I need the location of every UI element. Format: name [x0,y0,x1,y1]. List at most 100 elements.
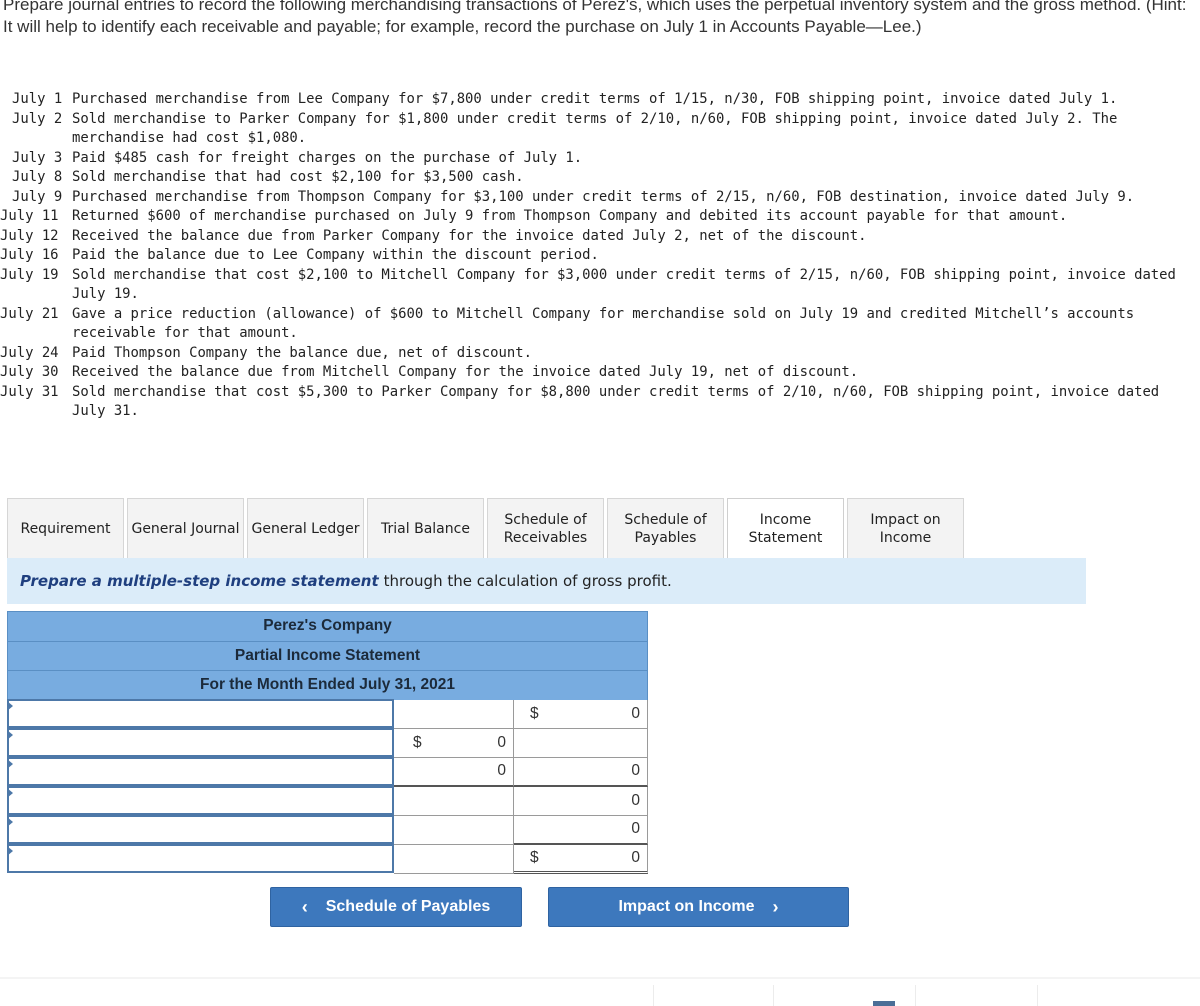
amount-cell[interactable]: 0 [514,815,648,845]
tab-general-journal[interactable]: General Journal [127,498,244,558]
account-select[interactable] [7,843,394,873]
footer-divider [0,977,1200,979]
dropdown-marker-icon [7,700,13,711]
statement-row: 0 [7,814,648,845]
account-select[interactable] [7,814,394,844]
transaction-date: July 24 [0,344,59,361]
statement-row: $0 [7,698,648,729]
statement-company: Perez's Company [7,611,648,641]
transaction-text: Returned $600 of merchandise purchased o… [72,208,1068,224]
amount-value: 0 [497,733,506,751]
transaction-text: Sold merchandise that cost $5,300 to Par… [72,383,1160,420]
prev-schedule-of-payables-button[interactable]: ‹ Schedule of Payables [270,887,522,927]
instruction-emphasis: Prepare a multiple-step income statement [20,572,379,590]
footer-separator [915,985,916,1006]
amount-cell[interactable] [514,728,648,758]
transaction-item: July 3 Paid $485 cash for freight charges… [0,149,1200,169]
transaction-item: July 1 Purchased merchandise from Lee Com… [0,90,1200,110]
account-select[interactable] [7,698,394,728]
transaction-date: July 21 [0,305,59,322]
transaction-item: July 16 Paid the balance due to Lee Compa… [0,246,1200,266]
dollar-sign: $ [530,704,539,722]
tab-trial-balance[interactable]: Trial Balance [367,498,484,558]
dropdown-marker-icon [7,729,13,740]
chevron-right-icon: › [772,896,779,917]
transaction-text: Received the balance due from Mitchell C… [72,364,859,380]
account-select[interactable] [7,756,394,786]
account-input[interactable] [9,845,392,871]
transaction-text: Sold merchandise to Parker Company for $… [72,110,1118,147]
transaction-date: July 30 [0,364,59,380]
transaction-date: July 8 [12,169,63,185]
amount-cell[interactable] [394,699,514,729]
transaction-item: July 24 Paid Thompson Company the balance… [0,344,1200,364]
dropdown-marker-icon [7,787,13,798]
transaction-date: July 9 [12,188,63,205]
instructions-text: Prepare journal entries to record the fo… [3,0,1187,36]
transaction-text: Sold merchandise that cost $2,100 to Mit… [72,266,1176,303]
prev-button-label: Schedule of Payables [325,898,491,915]
amount-cell[interactable]: $0 [514,844,648,874]
footer-grid-icon[interactable] [873,1001,895,1006]
statement-row: $0 [7,727,648,758]
tab-schedule-of-receivables[interactable]: Schedule of Receivables [487,498,604,558]
account-input[interactable] [9,729,392,755]
amount-cell[interactable]: $0 [514,699,648,729]
account-select[interactable] [7,785,394,815]
next-impact-on-income-button[interactable]: Impact on Income › [548,887,849,927]
tab-income-statement[interactable]: Income Statement [727,498,844,559]
statement-row: 0 [7,785,648,816]
amount-value: 0 [631,704,640,722]
dollar-sign: $ [530,848,539,866]
amount-cell[interactable] [394,786,514,816]
amount-value: 0 [631,762,640,779]
account-input[interactable] [9,700,392,726]
account-input[interactable] [9,787,392,813]
transaction-item: July 21 Gave a price reduction (allowance… [0,305,1200,344]
amount-cell[interactable] [394,815,514,845]
account-input[interactable] [9,816,392,842]
dropdown-marker-icon [7,816,13,827]
transaction-date: July 1 [12,91,63,107]
transaction-item: July 9 Purchased merchandise from Thompso… [0,188,1200,208]
chevron-left-icon: ‹ [301,896,308,917]
tab-general-ledger[interactable]: General Ledger [247,498,364,558]
transaction-item: July 19 Sold merchandise that cost $2,100… [0,266,1200,305]
transaction-date: July 12 [0,227,59,244]
transaction-item: July 2 Sold merchandise to Parker Company… [0,110,1200,149]
statement-row: $0 [7,843,648,874]
transaction-date: July 19 [0,266,59,283]
transaction-text: Paid Thompson Company the balance due, n… [72,344,532,361]
footer-separator [1037,985,1038,1006]
transaction-date: July 2 [12,110,63,127]
amount-cell[interactable]: $0 [394,728,514,758]
footer-separator [773,985,774,1006]
amount-value: 0 [631,820,640,837]
transaction-text: Purchased merchandise from Lee Company f… [72,91,1118,107]
amount-cell[interactable] [394,844,514,874]
statement-title: Partial Income Statement [7,640,648,670]
transaction-item: July 11 Returned $600 of merchandise purc… [0,207,1200,227]
instruction-text: through the calculation of gross profit. [383,572,672,590]
tab-impact-on-income[interactable]: Impact on Income [847,498,964,558]
tab-schedule-of-payables[interactable]: Schedule of Payables [607,498,724,558]
account-input[interactable] [9,758,392,784]
tab-requirement[interactable]: Requirement [7,498,124,558]
transaction-item: July 8 Sold merchandise that had cost $2,… [0,168,1200,188]
tab-bar: Requirement General Journal General Ledger… [7,498,967,559]
instruction-banner: Prepare a multiple-step income statement… [7,558,1086,604]
transaction-item: July 30 Received the balance due from Mit… [0,363,1200,383]
account-select[interactable] [7,727,394,757]
statement-period: For the Month Ended July 31, 2021 [7,670,648,700]
amount-value: 0 [631,848,640,866]
dropdown-marker-icon [7,845,13,856]
next-button-label: Impact on Income [618,898,755,915]
statement-row: 00 [7,756,648,787]
income-statement-form: Perez's Company Partial Income Statement… [7,611,648,874]
amount-cell[interactable]: 0 [514,786,648,816]
amount-cell[interactable]: 0 [514,757,648,787]
transaction-date: July 3 [12,149,63,166]
transactions-list: July 1 Purchased merchandise from Lee Com… [0,90,1200,422]
transaction-text: Purchased merchandise from Thompson Comp… [72,188,1135,205]
amount-cell[interactable]: 0 [394,757,514,787]
